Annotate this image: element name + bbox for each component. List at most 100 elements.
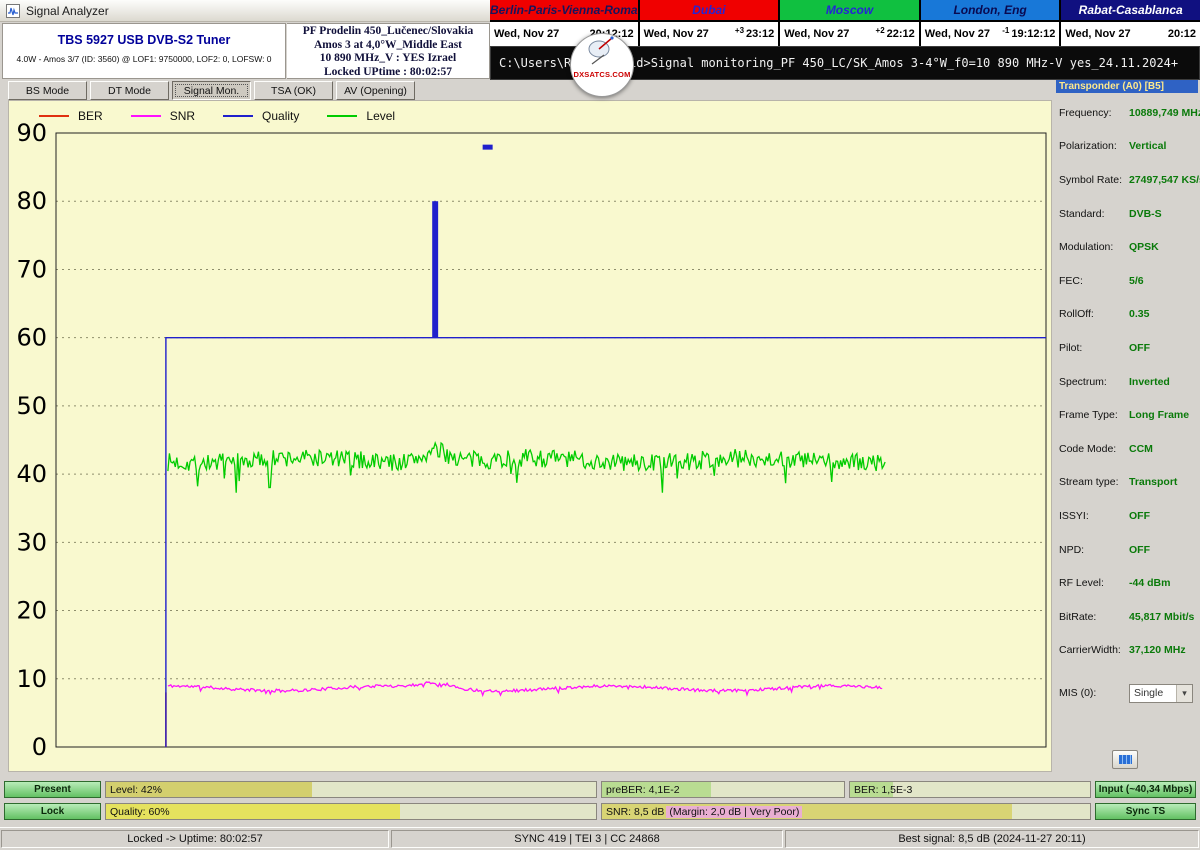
- dxsatcs-logo-text: DXSATCS.COM: [573, 70, 631, 79]
- clock-time: 22:12: [886, 28, 915, 40]
- table-row: Polarization: Vertical: [1059, 140, 1167, 153]
- table-row: Pilot: OFF: [1059, 341, 1150, 354]
- quality-progress-label: Quality: 60%: [110, 805, 170, 818]
- chart-legend: BER SNR Quality Level: [39, 109, 395, 123]
- sidebar-tool-button[interactable]: [1112, 750, 1138, 769]
- signal-chart: 0 10 20 30 40 50 60 70 80 90: [16, 119, 1047, 761]
- station-line-3: 10 890 MHz_V : YES Izrael: [319, 52, 457, 64]
- input-indicator: Input (~40,34 Mbps): [1095, 781, 1196, 798]
- clock-time: 20:12: [1167, 28, 1196, 40]
- clock-city-label: London, Eng: [920, 0, 1060, 22]
- legend-item-snr: SNR: [130, 109, 196, 123]
- svg-text:80: 80: [16, 187, 47, 215]
- svg-text:70: 70: [16, 255, 47, 283]
- station-line-2: Amos 3 at 4,0°W_Middle East: [313, 38, 463, 51]
- clock-time: 19:12:12: [1011, 28, 1056, 40]
- tab-bs-mode[interactable]: BS Mode: [8, 81, 87, 100]
- preber-progress: preBER: 4,1E-2: [601, 781, 845, 798]
- snr-progress: SNR: 8,5 dB (Margin: 2,0 dB | Very Poor): [601, 803, 1091, 820]
- svg-text:60: 60: [16, 324, 47, 352]
- table-row: Frame Type: Long Frame: [1059, 409, 1190, 422]
- clock-utc-offset: -1: [1002, 25, 1010, 35]
- table-row: CarrierWidth: 37,120 MHz: [1059, 644, 1186, 657]
- table-row: Stream type: Transport: [1059, 476, 1178, 489]
- mis-row: MIS (0): Single ▾: [1056, 681, 1198, 705]
- sync-ts-indicator: Sync TS: [1095, 803, 1196, 820]
- lock-indicator: Lock: [4, 803, 101, 820]
- bars-icon: [1118, 755, 1132, 764]
- tab-av[interactable]: AV (Opening): [336, 81, 415, 100]
- table-row: Modulation: QPSK: [1059, 241, 1159, 254]
- tab-tsa[interactable]: TSA (OK): [254, 81, 333, 100]
- signal-analyzer-window: Signal Analyzer TBS 5927 USB DVB-S2 Tune…: [0, 0, 1200, 850]
- station-line-1: PF Prodelin 450_Lučenec/Slovakia: [302, 25, 474, 37]
- clock-dubai: Dubai Wed, Nov 27 +3 23:12: [639, 0, 779, 46]
- table-row: NPD: OFF: [1059, 543, 1150, 556]
- table-row: RF Level: -44 dBm: [1059, 577, 1171, 590]
- legend-label: SNR: [169, 109, 196, 123]
- table-row: Code Mode: CCM: [1059, 442, 1153, 455]
- legend-label: Level: [366, 109, 396, 123]
- clock-city-label: Rabat-Casablanca: [1061, 0, 1200, 22]
- table-row: BitRate: 45,817 Mbit/s: [1059, 610, 1195, 623]
- table-row: Frequency: 10889,749 MHz: [1059, 106, 1200, 119]
- snr-value-text: SNR: 8,5 dB: [606, 805, 665, 818]
- svg-text:40: 40: [16, 460, 47, 488]
- clock-date: Wed, Nov 27: [784, 28, 850, 40]
- quality-line-swatch: [223, 115, 254, 117]
- svg-text:10: 10: [16, 665, 47, 693]
- clock-utc-offset: +2: [875, 25, 885, 35]
- table-row: Standard: DVB-S: [1059, 207, 1162, 220]
- table-row: ISSYI: OFF: [1059, 509, 1150, 522]
- preber-progress-label: preBER: 4,1E-2: [606, 783, 680, 796]
- level-progress: Level: 42%: [105, 781, 597, 798]
- svg-text:30: 30: [16, 528, 47, 556]
- mis-label: MIS (0):: [1059, 687, 1097, 700]
- clock-date: Wed, Nov 27: [1065, 28, 1131, 40]
- tab-signal-mon[interactable]: Signal Mon.: [172, 81, 251, 100]
- level-progress-label: Level: 42%: [110, 783, 162, 796]
- snr-progress-label: SNR: 8,5 dB (Margin: 2,0 dB | Very Poor): [606, 804, 803, 819]
- mode-tabs: BS Mode DT Mode Signal Mon. TSA (OK) AV …: [8, 81, 415, 100]
- svg-text:90: 90: [16, 119, 47, 147]
- mis-select[interactable]: Single ▾: [1129, 683, 1193, 703]
- legend-item-level: Level: [327, 109, 395, 123]
- legend-label: BER: [78, 109, 103, 123]
- app-icon: [6, 3, 20, 18]
- ber-progress: BER: 1,5E-3: [849, 781, 1091, 798]
- statusbar-best-signal: Best signal: 8,5 dB (2024-11-27 20:11): [785, 830, 1199, 848]
- statusbar-sync-counters: SYNC 419 | TEI 3 | CC 24868: [391, 830, 783, 848]
- tuner-info-panel: TBS 5927 USB DVB-S2 Tuner 4.0W - Amos 3/…: [2, 23, 286, 79]
- transponder-rows: Frequency: 10889,749 MHz Polarization: Ver…: [1056, 96, 1200, 667]
- legend-item-quality: Quality: [223, 109, 299, 123]
- legend-item-ber: BER: [39, 109, 103, 123]
- status-bar: Locked -> Uptime: 80:02:57 SYNC 419 | TE…: [0, 827, 1200, 850]
- transponder-sidebar: Transponder (A0) [B5] Frequency: 10889,74…: [1056, 80, 1200, 780]
- svg-text:0: 0: [32, 733, 47, 761]
- station-info-panel: PF Prodelin 450_Lučenec/Slovakia Amos 3 …: [287, 23, 490, 79]
- table-row: RollOff: 0.35: [1059, 308, 1150, 321]
- clock-city-label: Moscow: [780, 0, 919, 22]
- tuner-subtitle: 4.0W - Amos 3/7 (ID: 3560) @ LOF1: 97500…: [16, 54, 272, 64]
- level-line-swatch: [327, 115, 358, 117]
- window-title: Signal Analyzer: [26, 3, 109, 18]
- legend-label: Quality: [262, 109, 300, 123]
- svg-text:50: 50: [16, 392, 47, 420]
- table-row: Spectrum: Inverted: [1059, 375, 1170, 388]
- satellite-icon: [588, 36, 614, 65]
- clock-time: 23:12: [746, 28, 775, 40]
- table-row: Symbol Rate: 27497,547 KS/s: [1059, 173, 1200, 186]
- clock-city-label: Dubai: [639, 0, 779, 22]
- tab-dt-mode[interactable]: DT Mode: [90, 81, 169, 100]
- signal-chart-panel: BER SNR Quality Level 0 10 20 30 40 50 60 70 80 9…: [8, 100, 1052, 772]
- clock-moscow: Moscow Wed, Nov 27 +2 22:12: [780, 0, 919, 46]
- clock-city-label: Berlin-Paris-Vienna-Roma: [490, 0, 638, 22]
- present-indicator: Present: [4, 781, 101, 798]
- clock-date: Wed, Nov 27: [643, 28, 709, 40]
- clock-rabat: Rabat-Casablanca Wed, Nov 27 20:12: [1061, 0, 1200, 46]
- ber-line-swatch: [39, 115, 69, 117]
- transponder-header[interactable]: Transponder (A0) [B5]: [1056, 80, 1198, 93]
- snr-line-swatch: [130, 115, 161, 117]
- chevron-down-icon: ▾: [1176, 684, 1192, 702]
- quality-progress: Quality: 60%: [105, 803, 597, 820]
